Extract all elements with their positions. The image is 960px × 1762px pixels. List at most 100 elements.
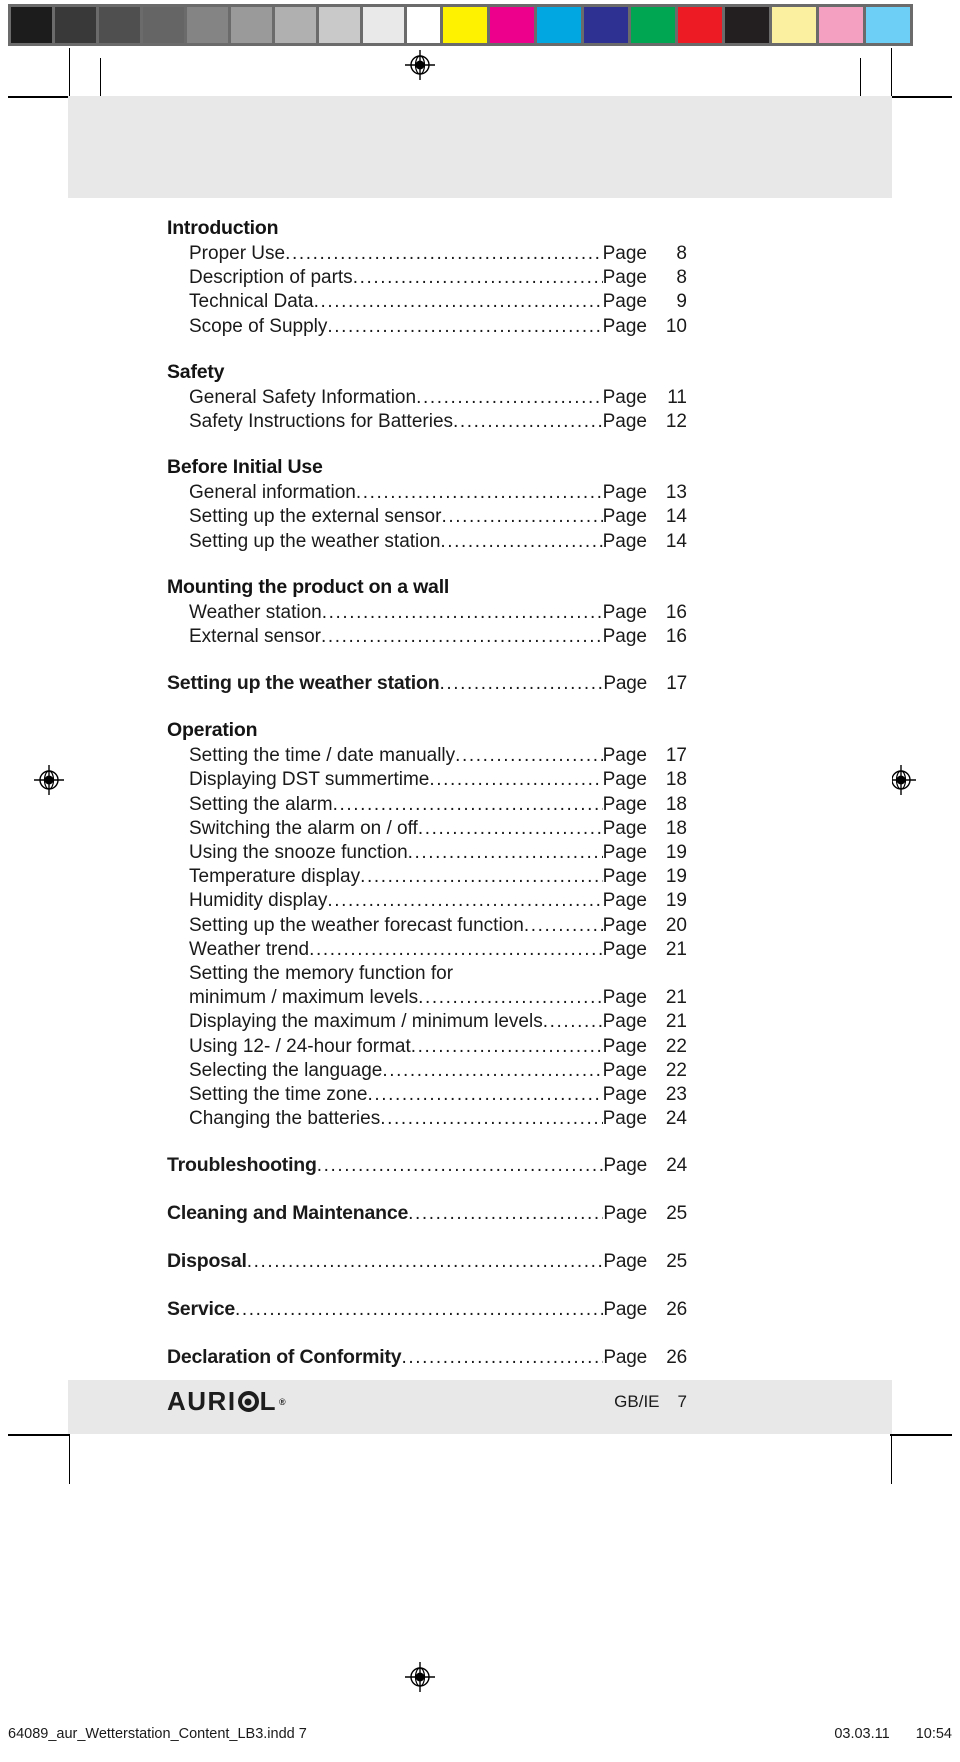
toc-entry[interactable]: Setting the time / date manually Page 17 [167, 744, 687, 768]
toc-entry-label: Changing the batteries [189, 1108, 381, 1130]
toc-entry[interactable]: Description of parts Page 8 [167, 266, 687, 290]
toc-section-spacer [167, 1179, 687, 1200]
toc-section-spacer [167, 339, 687, 360]
toc-page-word: Page [602, 243, 647, 264]
toc-dot-leader [440, 530, 602, 554]
toc-section-heading: Mounting the product on a wall [167, 575, 450, 598]
toc-section-spacer [167, 434, 687, 455]
toc-entry-label: Safety Instructions for Batteries [189, 411, 454, 433]
toc-entry-label: Displaying the maximum / minimum levels [189, 1011, 543, 1033]
toc-entry[interactable]: External sensor Page 16 [167, 625, 687, 649]
slug-time: 10:54 [915, 1726, 952, 1742]
page-number: 7 [677, 1391, 687, 1411]
toc-entry[interactable]: Weather trend Page 21 [167, 938, 687, 962]
toc-entry[interactable]: Switching the alarm on / off Page 18 [167, 817, 687, 841]
toc-page-word: Page [602, 890, 647, 912]
toc-dot-leader [327, 889, 602, 913]
toc-page-number: 16 [665, 626, 687, 648]
toc-dot-leader [317, 1153, 604, 1179]
toc-entry[interactable]: Weather station Page 16 [167, 601, 687, 625]
toc-entry[interactable]: Using the snooze function Page 19 [167, 841, 687, 865]
toc-page-word: Page [603, 1155, 647, 1177]
toc-entry[interactable]: Technical Data Page 9 [167, 290, 687, 314]
toc-dot-leader [360, 865, 603, 889]
toc-entry[interactable]: Using 12- / 24-hour format Page 22 [167, 1035, 687, 1059]
toc-dot-leader [408, 1201, 603, 1227]
toc-entry[interactable]: Cleaning and Maintenance Page 25 [167, 1200, 687, 1227]
toc-entry[interactable]: Troubleshooting Page 24 [167, 1152, 687, 1179]
toc-entry-label: Service [167, 1298, 235, 1321]
toc-entry-label: General Safety Information [189, 386, 417, 408]
crop-mark-line [891, 48, 892, 96]
toc-entry-label: Setting up the external sensor [189, 506, 442, 528]
toc-entry[interactable]: Displaying the maximum / minimum levels P… [167, 1010, 687, 1034]
toc-entry[interactable]: Setting up the external sensor Page 14 [167, 505, 687, 529]
toc-section-spacer [167, 697, 687, 718]
toc-entry[interactable]: General Safety Information Page 11 [167, 386, 687, 410]
toc-page-word: Page [602, 506, 647, 528]
toc-dot-leader [333, 793, 603, 817]
toc-entry[interactable]: Service Page 26 [167, 1296, 687, 1323]
logo-wordmark: AURI L ® [167, 1386, 287, 1417]
toc-entry[interactable]: Setting the time zone Page 23 [167, 1083, 687, 1107]
toc-entry-label: Displaying DST summertime [189, 769, 430, 791]
footer-page-info: GB/IE 7 [614, 1392, 687, 1412]
toc-section: Service Page 26 [167, 1296, 687, 1323]
toc-section: Setting up the weather station Page 17 [167, 670, 687, 697]
toc-section: Declaration of Conformity Page 26 [167, 1344, 687, 1371]
toc-page-word: Page [602, 866, 647, 888]
crop-mark-line [890, 96, 952, 98]
toc-section: Disposal Page 25 [167, 1248, 687, 1275]
toc-entry[interactable]: Selecting the language Page 22 [167, 1059, 687, 1083]
toc-dot-leader [441, 505, 602, 529]
toc-page-word: Page [602, 315, 647, 337]
slug-date: 03.03.11 [834, 1726, 890, 1742]
toc-entry[interactable]: General information Page 13 [167, 481, 687, 505]
toc-entry-label: Setting the time / date manually [189, 745, 456, 767]
toc-page-word: Page [603, 1299, 647, 1321]
toc-entry[interactable]: Disposal Page 25 [167, 1248, 687, 1275]
toc-entry-label: Setting up the weather station [189, 530, 441, 552]
auriol-logo: AURI L ® [167, 1386, 287, 1417]
color-calibration-patches [440, 4, 913, 46]
toc-entry-label: Troubleshooting [167, 1154, 317, 1177]
toc-page-number: 9 [676, 291, 687, 313]
toc-dot-leader [401, 1345, 603, 1371]
toc-page-number: 22 [665, 1035, 687, 1057]
toc-entry-label: Weather trend [189, 938, 310, 960]
crop-mark-line [890, 1434, 952, 1436]
toc-entry[interactable]: Humidity display Page 19 [167, 889, 687, 913]
toc-page-word: Page [602, 817, 647, 839]
color-patch-7 [725, 7, 769, 43]
toc-entry[interactable]: Setting up the weather station Page 14 [167, 530, 687, 554]
toc-entry[interactable]: Setting up the weather forecast function… [167, 914, 687, 938]
toc-page-word: Page [602, 987, 647, 1009]
color-patch-4 [584, 7, 628, 43]
grayscale-patch-8 [319, 7, 360, 43]
toc-entry[interactable]: Proper Use Page 8 [167, 242, 687, 266]
toc-section: Mounting the product on a wall Weather st… [167, 575, 687, 649]
toc-dot-leader [314, 290, 603, 314]
toc-entry[interactable]: Temperature display Page 19 [167, 865, 687, 889]
toc-page-number: 25 [666, 1251, 687, 1273]
toc-section: Troubleshooting Page 24 [167, 1152, 687, 1179]
toc-entry[interactable]: Displaying DST summertime Page 18 [167, 768, 687, 792]
toc-entry[interactable]: Setting the memory function for [167, 962, 687, 986]
toc-entry[interactable]: Setting the alarm Page 18 [167, 793, 687, 817]
toc-entry-label: Proper Use [189, 243, 286, 264]
grayscale-patch-1 [11, 7, 52, 43]
page-footer: AURI L ® GB/IE 7 [167, 1386, 687, 1417]
toc-entry[interactable]: Setting up the weather station Page 17 [167, 670, 687, 697]
toc-dot-leader [418, 986, 603, 1010]
toc-entry[interactable]: Changing the batteries Page 24 [167, 1107, 687, 1131]
toc-entry[interactable]: Declaration of Conformity Page 26 [167, 1344, 687, 1371]
locale-label: GB/IE [614, 1391, 660, 1411]
toc-page-number: 21 [665, 987, 687, 1009]
toc-entry[interactable]: Safety Instructions for Batteries Page 12 [167, 410, 687, 434]
toc-dot-leader [453, 410, 603, 434]
toc-page-number: 19 [665, 842, 687, 864]
toc-entry[interactable]: Scope of Supply Page 10 [167, 315, 687, 339]
color-patch-10 [866, 7, 910, 43]
registration-mark-icon [405, 50, 435, 80]
toc-entry[interactable]: minimum / maximum levels Page 21 [167, 986, 687, 1010]
